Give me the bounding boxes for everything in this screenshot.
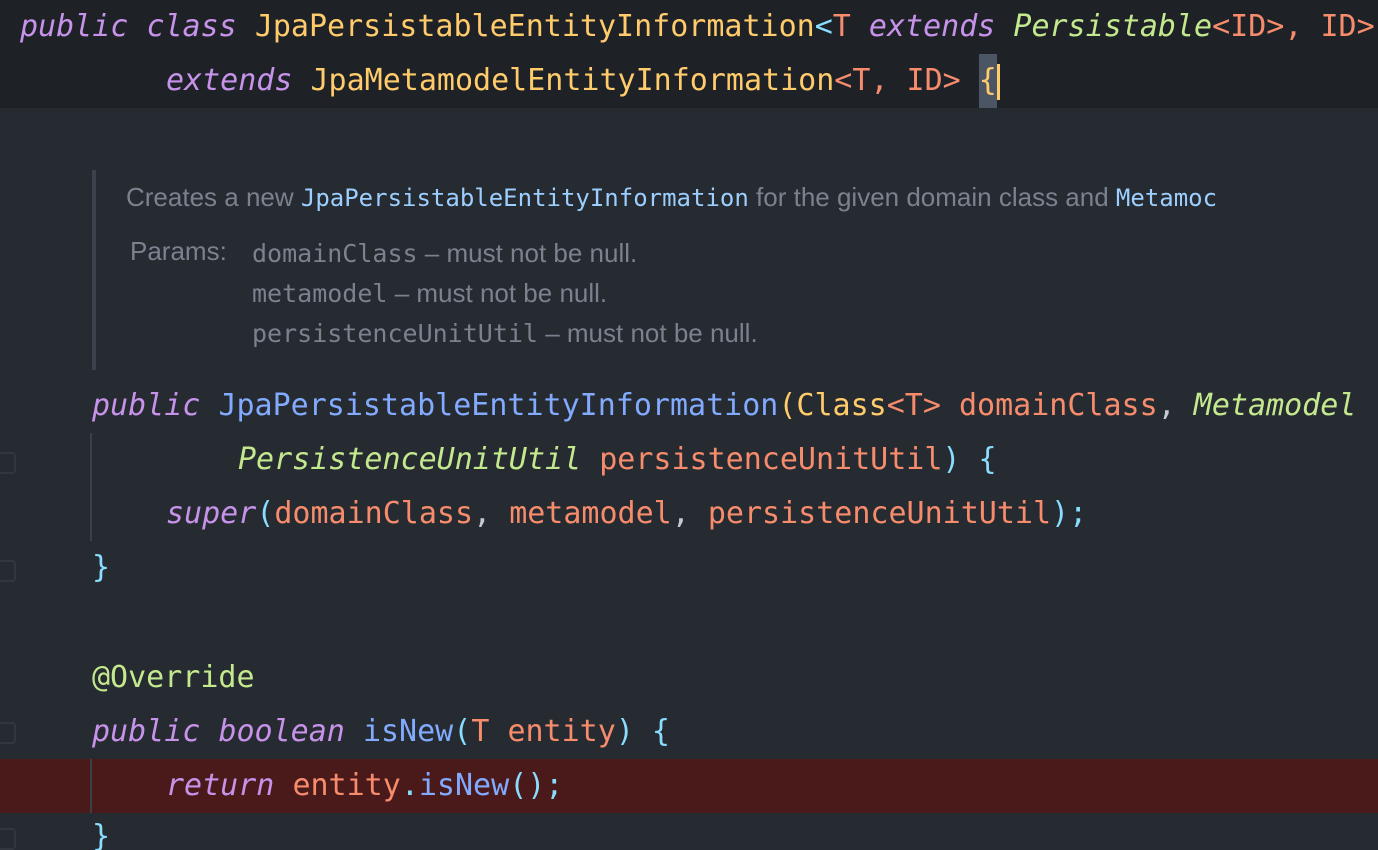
doc-param-1: domainClass – must not be null.	[252, 238, 638, 268]
keyword-public: public	[92, 388, 201, 423]
code-editor[interactable]: public class JpaPersistableEntityInforma…	[0, 0, 1378, 850]
super-class-name: JpaMetamodelEntityInformation	[310, 63, 835, 98]
code-line-class-decl[interactable]: public class JpaPersistableEntityInforma…	[0, 0, 1378, 54]
call-tail: ();	[509, 768, 564, 803]
param-type-t: T	[471, 714, 490, 749]
ctor-close: ) {	[942, 442, 997, 477]
indent-guide	[90, 433, 92, 541]
ctor-name: JpaPersistableEntityInformation	[218, 388, 779, 423]
super-class-args: <T, ID>	[834, 63, 961, 98]
code-line-final-brace[interactable]: }	[0, 810, 1378, 850]
fold-icon[interactable]	[0, 722, 16, 744]
call-close: );	[1051, 496, 1088, 531]
paren-open: (	[256, 496, 275, 531]
param-domainClass: domainClass	[958, 388, 1158, 423]
doc-intro: Creates a new JpaPersistableEntityInform…	[126, 182, 1218, 212]
code-line-ctor-cont[interactable]: PersistenceUnitUtil persistenceUnitUtil)…	[0, 433, 1378, 487]
doc-param-2: metamodel – must not be null.	[252, 278, 608, 308]
keyword-boolean: boolean	[218, 714, 345, 749]
arg-persistenceUnitUtil: persistenceUnitUtil	[707, 496, 1052, 531]
type-class: Class	[796, 388, 887, 423]
close-brace: }	[92, 819, 111, 850]
matched-brace: {	[978, 54, 997, 108]
code-line-return-breakpoint[interactable]: return entity.isNew();	[0, 759, 1378, 813]
code-line-annotation[interactable]: @Override	[0, 651, 1378, 705]
keyword-super: super	[166, 496, 257, 531]
rendered-javadoc[interactable]: Creates a new JpaPersistableEntityInform…	[92, 170, 1378, 370]
doc-code-metamodel: Metamoc	[1115, 184, 1218, 212]
code-line-extends[interactable]: extends JpaMetamodelEntityInformation<T,…	[0, 54, 1378, 108]
generic-open: <	[814, 9, 833, 44]
code-line-ctor[interactable]: public JpaPersistableEntityInformation(C…	[0, 379, 1378, 433]
keyword-extends: extends	[868, 9, 996, 44]
call-isnew: isNew	[418, 768, 510, 803]
type-metamodel: Metamodel	[1193, 388, 1357, 423]
keyword-return: return	[166, 768, 275, 803]
doc-params-label: Params:	[130, 236, 227, 266]
keyword-public: public	[20, 9, 129, 44]
code-line-close-brace[interactable]: }	[0, 541, 1378, 595]
param-entity: entity	[507, 714, 616, 749]
param-persistenceUnitUtil: persistenceUnitUtil	[599, 442, 943, 477]
keyword-class: class	[146, 9, 237, 44]
method-open: ) {	[615, 714, 670, 749]
ref-entity: entity	[292, 768, 401, 803]
code-line-super[interactable]: super(domainClass, metamodel, persistenc…	[0, 487, 1378, 541]
indent-guide	[90, 759, 92, 813]
fold-icon[interactable]	[0, 452, 16, 474]
class-name: JpaPersistableEntityInformation	[254, 9, 815, 44]
bound-type: Persistable	[1013, 9, 1213, 44]
code-line-isnew[interactable]: public boolean isNew(T entity) {	[0, 705, 1378, 759]
arg-metamodel: metamodel	[509, 496, 672, 531]
fold-icon[interactable]	[0, 828, 16, 850]
type-args: <T>	[886, 388, 941, 423]
paren-open: (	[453, 714, 472, 749]
arg-domainClass: domainClass	[274, 496, 474, 531]
method-isnew: isNew	[362, 714, 454, 749]
text-caret	[996, 63, 1000, 100]
doc-code-class: JpaPersistableEntityInformation	[300, 184, 749, 212]
annotation-override: @Override	[92, 660, 255, 695]
type-param-t: T	[832, 9, 851, 44]
fold-icon[interactable]	[0, 560, 16, 582]
type-persistenceunitutil: PersistenceUnitUtil	[238, 442, 582, 477]
doc-param-3: persistenceUnitUtil – must not be null.	[252, 318, 758, 348]
keyword-extends: extends	[166, 63, 293, 98]
comma: ,	[1157, 388, 1176, 423]
close-brace: }	[92, 550, 111, 585]
bound-args: <ID>, ID>	[1212, 9, 1375, 44]
paren-open: (	[778, 388, 797, 423]
dot: .	[400, 768, 419, 803]
keyword-public: public	[92, 714, 201, 749]
